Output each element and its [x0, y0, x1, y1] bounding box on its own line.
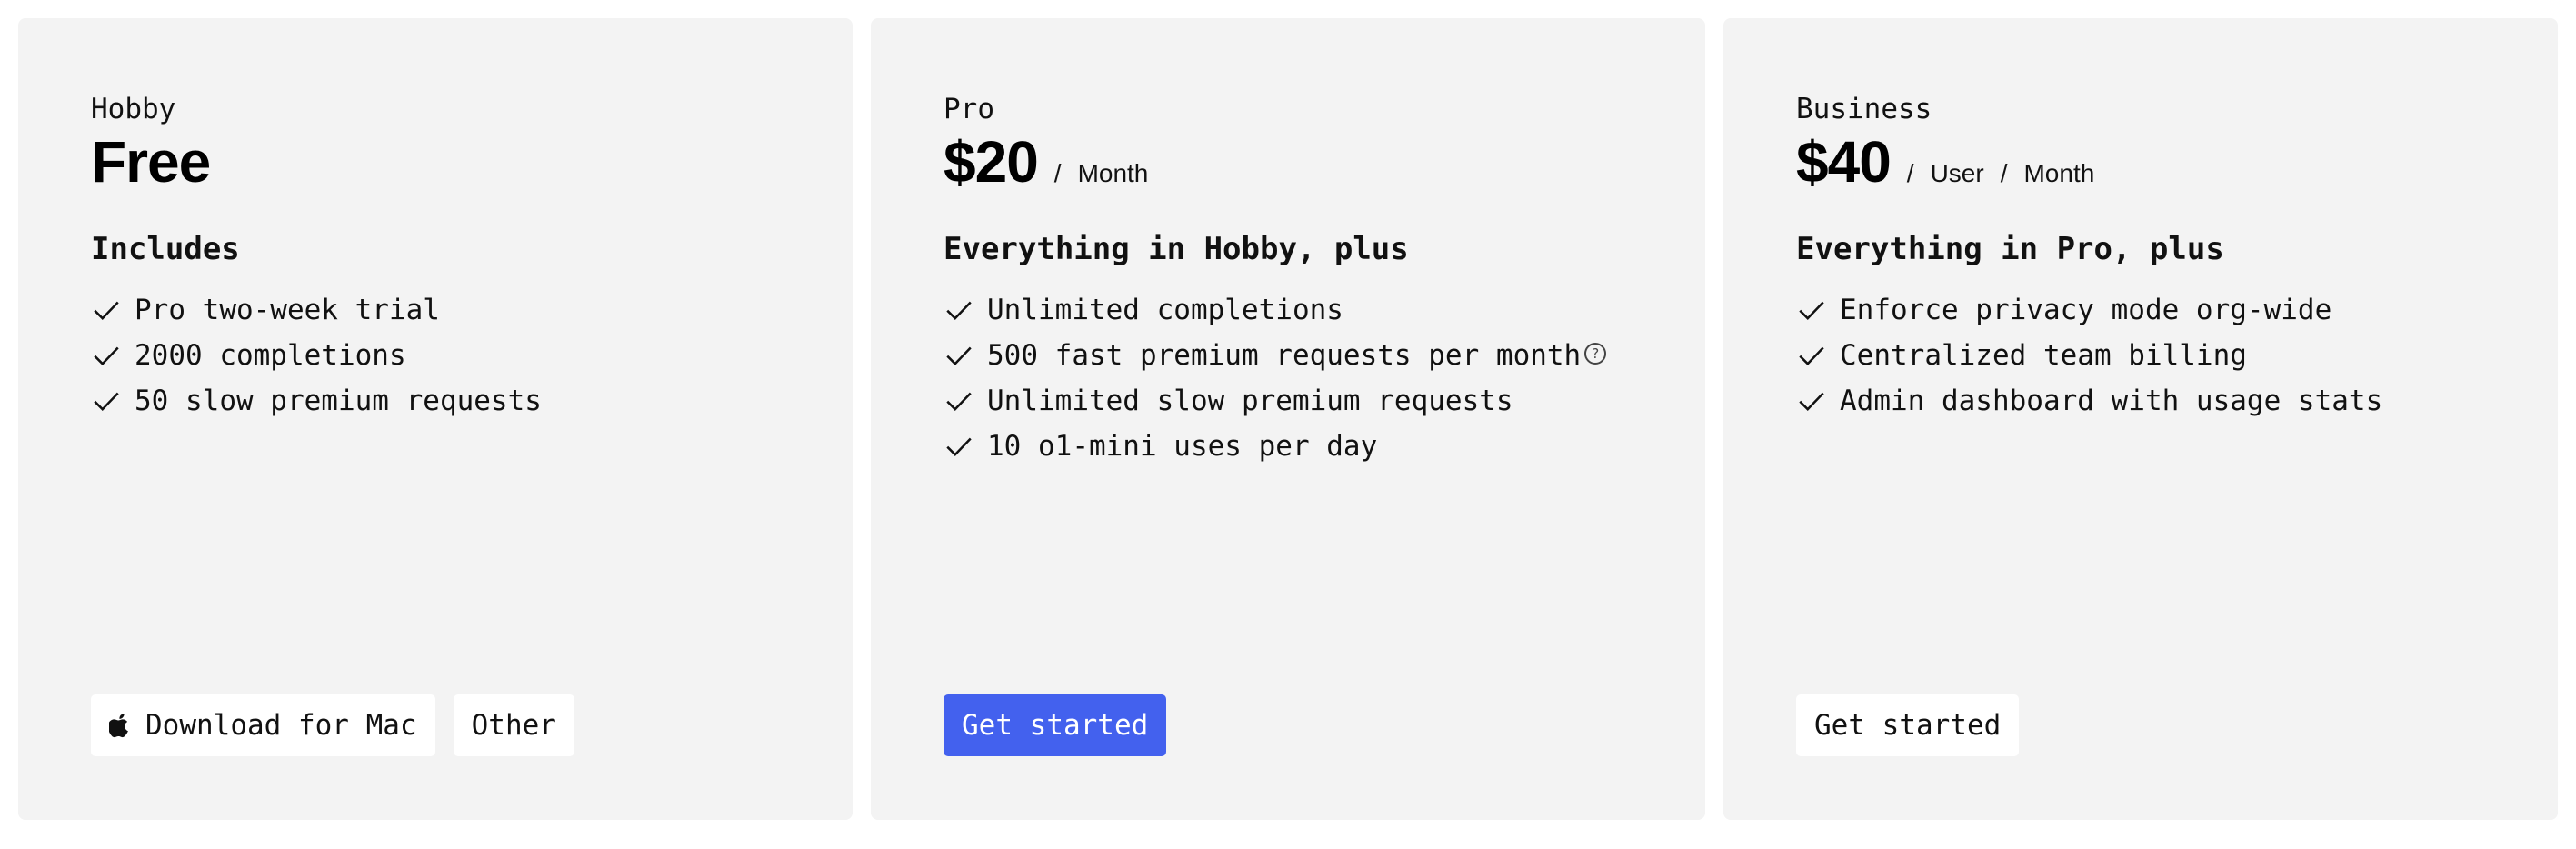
check-icon	[94, 301, 119, 321]
feature-text: 50 slow premium requests	[135, 385, 542, 417]
feature-item: 2000 completions	[91, 333, 780, 378]
price-unit: / User / Month	[1891, 159, 2095, 188]
feature-item: Centralized team billing	[1796, 333, 2485, 378]
check-icon	[94, 346, 119, 366]
unit-month: Month	[1077, 159, 1149, 187]
plan-tier: Hobby	[91, 93, 176, 125]
help-icon[interactable]: ?	[1584, 343, 1607, 365]
feature-list: Unlimited completions 500 fast premium r…	[944, 287, 1632, 469]
feature-text: Unlimited completions	[987, 294, 1343, 326]
price-row: Free	[91, 129, 780, 195]
feature-list: Pro two-week trial 2000 completions 50 s…	[91, 287, 780, 424]
includes-title: Includes	[91, 231, 240, 267]
feature-text: 10 o1-mini uses per day	[987, 430, 1378, 463]
unit-user: User	[1930, 159, 1984, 187]
check-icon	[1799, 301, 1824, 321]
feature-text: Centralized team billing	[1840, 339, 2247, 372]
check-icon	[946, 437, 972, 457]
price-separator: /	[1053, 159, 1062, 187]
plan-price: $20	[944, 129, 1039, 195]
includes-title: Everything in Pro, plus	[1796, 231, 2224, 267]
plan-price: $40	[1796, 129, 1892, 195]
plan-price: Free	[91, 129, 211, 195]
feature-text: Enforce privacy mode org-wide	[1840, 294, 2332, 326]
download-for-mac-button[interactable]: Download for Mac	[91, 694, 435, 756]
apple-icon	[109, 714, 128, 738]
feature-text: 2000 completions	[135, 339, 406, 372]
get-started-button[interactable]: Get started	[1796, 694, 2020, 756]
plan-card-pro: Pro $20 / Month Everything in Hobby, plu…	[871, 18, 1705, 820]
price-separator: /	[2000, 159, 2008, 187]
feature-item: 50 slow premium requests	[91, 378, 780, 424]
price-row: $20 / Month	[944, 129, 1632, 195]
feature-text: Pro two-week trial	[135, 294, 440, 326]
plan-tier: Pro	[944, 93, 994, 125]
get-started-button[interactable]: Get started	[944, 694, 1167, 756]
price-row: $40 / User / Month	[1796, 129, 2485, 195]
plan-actions: Get started	[944, 694, 1167, 756]
plan-actions: Download for Mac Other	[91, 694, 574, 756]
includes-title: Everything in Hobby, plus	[944, 231, 1409, 267]
plan-tier: Business	[1796, 93, 1932, 125]
feature-item: Enforce privacy mode org-wide	[1796, 287, 2485, 333]
feature-item: 10 o1-mini uses per day	[944, 424, 1632, 469]
feature-item: Pro two-week trial	[91, 287, 780, 333]
price-separator: /	[1906, 159, 1914, 187]
check-icon	[946, 301, 972, 321]
unit-month: Month	[2023, 159, 2095, 187]
feature-item: Unlimited completions	[944, 287, 1632, 333]
check-icon	[1799, 346, 1824, 366]
feature-item: Admin dashboard with usage stats	[1796, 378, 2485, 424]
check-icon	[94, 392, 119, 412]
feature-item: Unlimited slow premium requests	[944, 378, 1632, 424]
plan-actions: Get started	[1796, 694, 2020, 756]
other-button[interactable]: Other	[453, 694, 574, 756]
check-icon	[946, 392, 972, 412]
price-unit: / Month	[1038, 159, 1149, 188]
plan-card-business: Business $40 / User / Month Everything i…	[1723, 18, 2558, 820]
plan-card-hobby: Hobby Free Includes Pro two-week trial 2…	[18, 18, 853, 820]
feature-item: 500 fast premium requests per month ?	[944, 333, 1632, 378]
feature-text: Admin dashboard with usage stats	[1840, 385, 2383, 417]
feature-text: 500 fast premium requests per month	[987, 339, 1582, 372]
feature-text: Unlimited slow premium requests	[987, 385, 1513, 417]
feature-list: Enforce privacy mode org-wide Centralize…	[1796, 287, 2485, 424]
download-button-label: Download for Mac	[145, 709, 417, 742]
pricing-cards: Hobby Free Includes Pro two-week trial 2…	[18, 18, 2558, 820]
check-icon	[1799, 392, 1824, 412]
check-icon	[946, 346, 972, 366]
